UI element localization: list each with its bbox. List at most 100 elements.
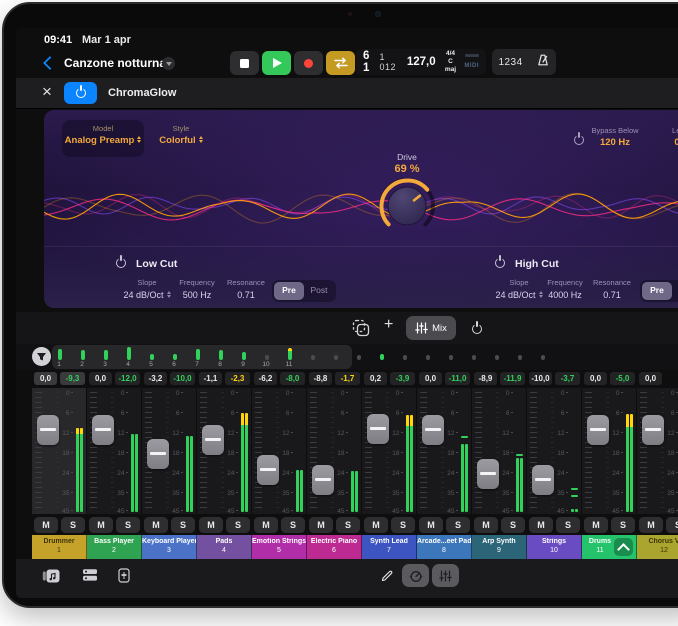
mute-button[interactable]: M [199, 517, 223, 533]
style-select[interactable]: Style Colorful [150, 124, 212, 146]
volume-fader-handle[interactable] [257, 455, 279, 485]
solo-button[interactable]: S [171, 517, 195, 533]
high-cut-power-button[interactable] [495, 255, 505, 273]
solo-button[interactable]: S [611, 517, 635, 533]
post-button[interactable]: Post [672, 282, 678, 300]
channel-strip-10[interactable]: 061218243545 [527, 388, 582, 514]
mute-button[interactable]: M [474, 517, 498, 533]
mute-button[interactable]: M [364, 517, 388, 533]
mute-button[interactable]: M [309, 517, 333, 533]
mute-button[interactable]: M [34, 517, 58, 533]
volume-fader-handle[interactable] [422, 415, 444, 445]
low-cut-power-button[interactable] [116, 255, 126, 273]
volume-fader-handle[interactable] [312, 465, 334, 495]
volume-fader-handle[interactable] [532, 465, 554, 495]
volume-fader-handle[interactable] [367, 414, 389, 444]
solo-button[interactable]: S [281, 517, 305, 533]
track-label-9[interactable]: Arp Synth9 [472, 535, 527, 559]
drive-knob[interactable] [375, 173, 439, 239]
low-cut-frequency[interactable]: Frequency 500 Hz [169, 278, 225, 300]
volume-fader-handle[interactable] [587, 415, 609, 445]
edit-button[interactable] [380, 569, 394, 588]
solo-button[interactable]: S [446, 517, 470, 533]
channel-strip-7[interactable]: 061218243545 [362, 388, 417, 514]
channel-strip-11[interactable]: 061218243545 [582, 388, 637, 514]
mute-button[interactable]: M [584, 517, 608, 533]
channel-strip-5[interactable]: 061218243545 [252, 388, 307, 514]
channel-strip-6[interactable]: 061218243545 [307, 388, 362, 514]
track-label-1[interactable]: Drummer1 [32, 535, 87, 559]
track-label-4[interactable]: Pads4 [197, 535, 252, 559]
close-icon[interactable]: × [42, 82, 52, 102]
mute-button[interactable]: M [254, 517, 278, 533]
channel-strip-4[interactable]: 061218243545 [197, 388, 252, 514]
volume-fader-handle[interactable] [202, 425, 224, 455]
track-label-5[interactable]: Emotion Strings5 [252, 535, 307, 559]
mute-button[interactable]: M [529, 517, 553, 533]
solo-button[interactable]: S [391, 517, 415, 533]
loops-browser-button[interactable] [42, 568, 60, 589]
high-cut-resonance[interactable]: Resonance 0.71 [584, 278, 640, 300]
duplicate-button[interactable] [352, 319, 370, 342]
browser-button[interactable] [82, 568, 98, 587]
mixer-view-button[interactable] [432, 564, 459, 587]
mix-view-button[interactable]: Mix [406, 316, 456, 340]
track-label-2[interactable]: Bass Player2 [87, 535, 142, 559]
filter-icon[interactable] [32, 347, 51, 371]
low-cut-slope[interactable]: Slope 24 dB/Oct [119, 278, 175, 300]
back-button[interactable] [42, 56, 56, 70]
post-button[interactable]: Post [304, 282, 334, 300]
volume-fader-handle[interactable] [92, 415, 114, 445]
track-label-12[interactable]: Chorus V12 [637, 535, 678, 559]
plugin-power-button[interactable] [64, 82, 97, 104]
track-label-6[interactable]: Electric Piano6 [307, 535, 362, 559]
song-title[interactable]: Canzone notturna [64, 56, 166, 70]
track-label-3[interactable]: Keyboard Player3 [142, 535, 197, 559]
mute-button[interactable]: M [419, 517, 443, 533]
channel-overview[interactable]: 1234567891011 [16, 344, 678, 370]
metronome-button[interactable] [536, 53, 550, 72]
mute-button[interactable]: M [639, 517, 663, 533]
lcd-display[interactable]: 6 1 1 012 127,0 4/4C maj MIDI [356, 49, 486, 75]
channel-strip-1[interactable]: 061218243545 [32, 388, 87, 514]
volume-fader-handle[interactable] [37, 415, 59, 445]
track-label-8[interactable]: Arcade...eet Pad8 [417, 535, 472, 559]
solo-button[interactable]: S [336, 517, 360, 533]
stop-button[interactable] [230, 51, 259, 75]
track-label-11[interactable]: Drums11 [582, 535, 637, 559]
channel-strip-12[interactable]: 061218243545 [637, 388, 678, 514]
solo-button[interactable]: S [61, 517, 85, 533]
fader-panel-button[interactable] [118, 568, 130, 588]
model-select[interactable]: Model Analog Preamp [62, 120, 144, 157]
track-label-7[interactable]: Synth Lead7 [362, 535, 417, 559]
add-button[interactable]: + [384, 316, 393, 334]
volume-fader-handle[interactable] [147, 439, 169, 469]
bypass-below-control[interactable]: Bypass Below 120 Hz [586, 126, 644, 148]
channel-strip-8[interactable]: 061218243545 [417, 388, 472, 514]
volume-fader-handle[interactable] [477, 459, 499, 489]
smart-controls-button[interactable] [402, 564, 429, 587]
mute-button[interactable]: M [89, 517, 113, 533]
pre-button[interactable]: Pre [642, 282, 672, 300]
solo-button[interactable]: S [501, 517, 525, 533]
collapse-chevron-button[interactable] [614, 538, 633, 556]
channel-strip-2[interactable]: 061218243545 [87, 388, 142, 514]
cycle-button[interactable] [326, 51, 355, 75]
pre-button[interactable]: Pre [274, 282, 304, 300]
solo-button[interactable]: S [226, 517, 250, 533]
mute-button[interactable]: M [144, 517, 168, 533]
channel-strip-3[interactable]: 061218243545 [142, 388, 197, 514]
bypass-power-button[interactable] [574, 132, 584, 150]
record-button[interactable] [294, 51, 323, 75]
solo-button[interactable]: S [116, 517, 140, 533]
solo-button[interactable]: S [556, 517, 580, 533]
level-control[interactable]: Level 0.0 [656, 126, 678, 148]
play-button[interactable] [262, 51, 291, 75]
solo-button[interactable]: S [666, 517, 678, 533]
channel-strip-9[interactable]: 061218243545 [472, 388, 527, 514]
track-label-10[interactable]: Strings10 [527, 535, 582, 559]
mixer-power-button[interactable] [472, 321, 482, 339]
low-cut-resonance[interactable]: Resonance 0.71 [218, 278, 274, 300]
song-menu-button[interactable] [162, 57, 175, 70]
volume-fader-handle[interactable] [642, 415, 664, 445]
